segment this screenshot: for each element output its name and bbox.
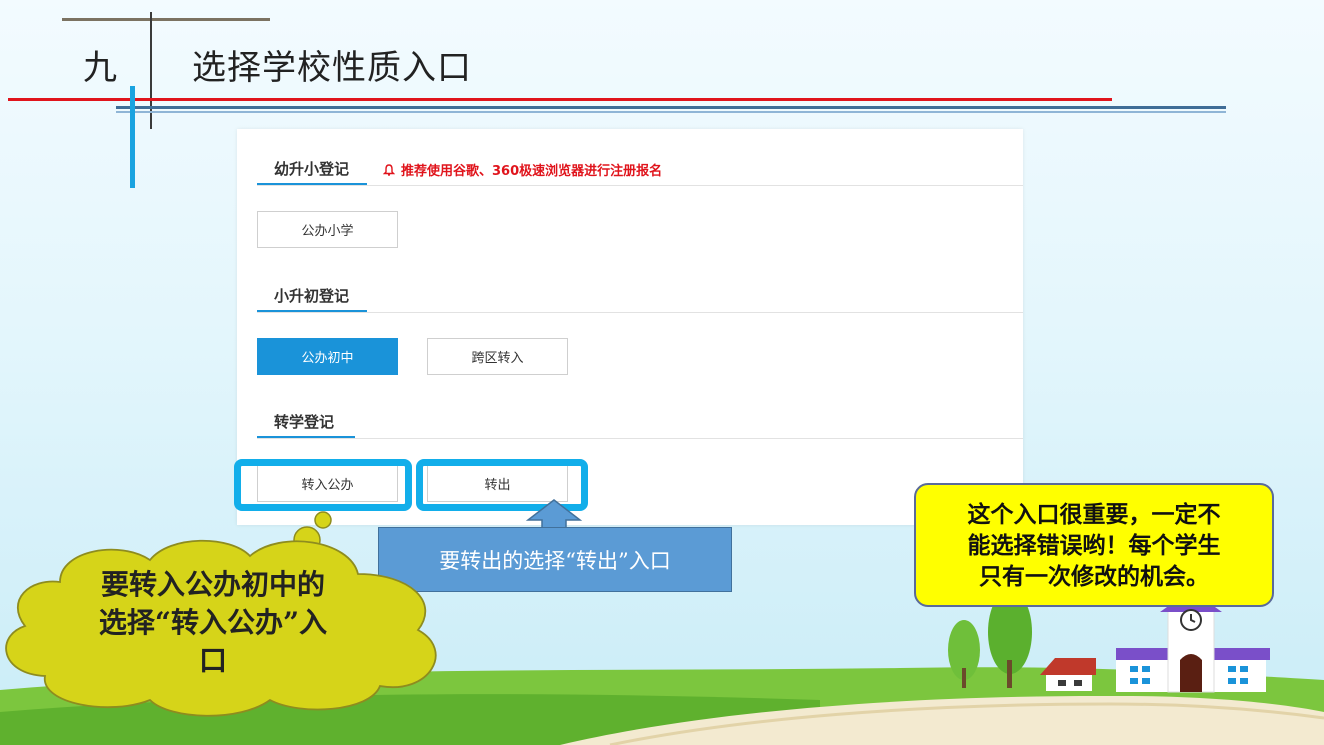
notice-text: 推荐使用谷歌、360极速浏览器进行注册报名	[401, 164, 663, 179]
important-notice-callout: 这个入口很重要，一定不 能选择错误哟！每个学生 只有一次修改的机会。	[914, 483, 1274, 607]
section-divider	[257, 185, 1023, 186]
header-blue-rule	[116, 106, 1226, 109]
section-label-primary: 幼升小登记	[274, 160, 350, 178]
cloud-line: 要转入公办初中的	[100, 568, 325, 601]
header-cyan-bar	[130, 86, 135, 188]
cloud-line: 选择“转入公办”入	[98, 606, 328, 639]
slide-title: 选择学校性质入口	[192, 48, 472, 88]
bell-icon	[383, 164, 395, 176]
up-arrow-icon	[525, 499, 583, 530]
section-divider	[257, 312, 1023, 313]
important-line: 能选择错误哟！每个学生	[967, 532, 1221, 559]
public-primary-button[interactable]: 公办小学	[257, 211, 398, 248]
slide-number: 九	[83, 48, 117, 88]
cross-district-transfer-button[interactable]: 跨区转入	[427, 338, 568, 375]
section-label-transfer: 转学登记	[274, 413, 335, 431]
header-red-rule	[8, 98, 1112, 101]
header-blue-rule-thin	[116, 111, 1226, 113]
section-label-junior: 小升初登记	[274, 287, 350, 305]
house-icon	[1040, 658, 1096, 691]
cloud-line: 口	[198, 644, 227, 677]
transfer-in-callout: 要转入公办初中的 选择“转入公办”入 口	[58, 566, 368, 680]
section-divider	[257, 438, 1023, 439]
header-top-rule	[62, 18, 270, 21]
important-line: 这个入口很重要，一定不	[967, 501, 1221, 528]
public-junior-button[interactable]: 公办初中	[257, 338, 398, 375]
browser-notice: 推荐使用谷歌、360极速浏览器进行注册报名	[383, 160, 662, 179]
important-line: 只有一次修改的机会。	[979, 563, 1209, 590]
